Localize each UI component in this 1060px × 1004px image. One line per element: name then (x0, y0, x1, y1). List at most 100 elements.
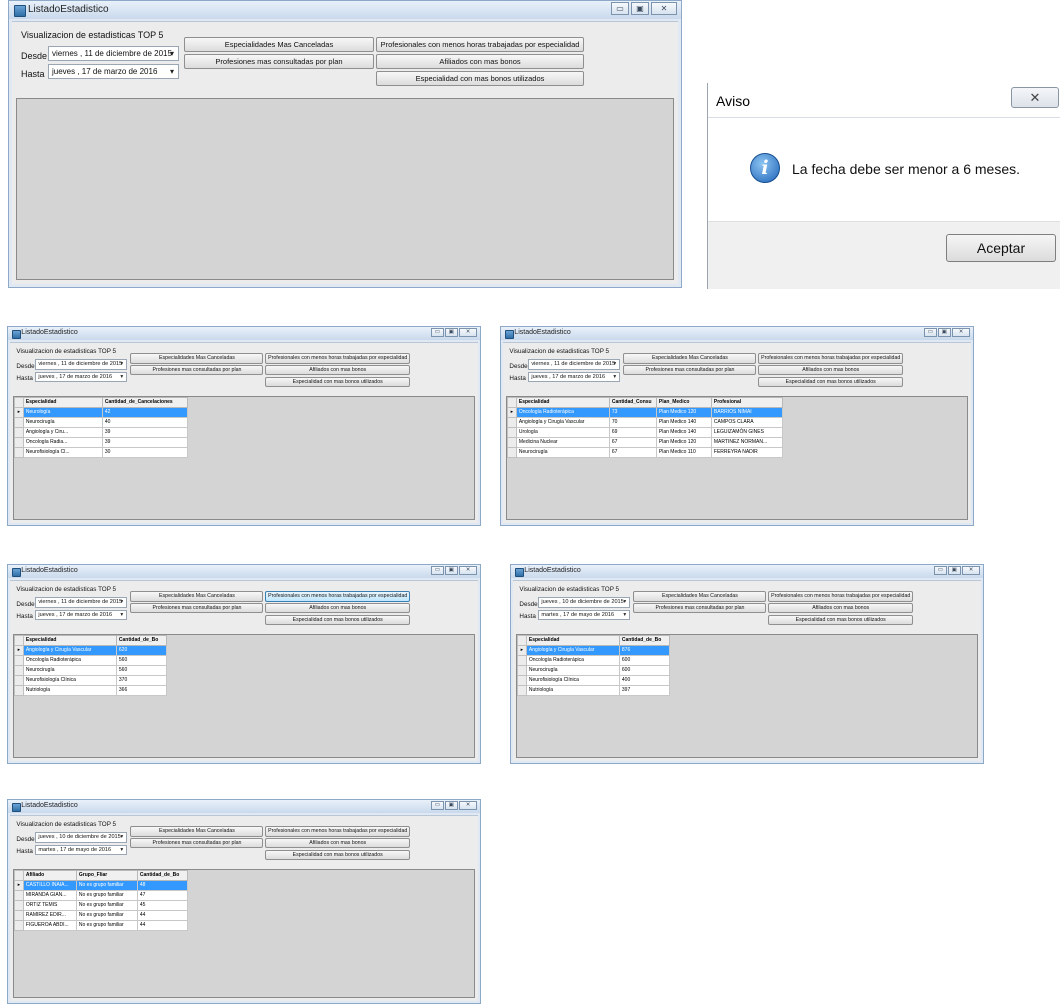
table-cell[interactable]: Neurocirugía (515, 446, 610, 458)
table-row[interactable]: Oncología Radia... 39 (13, 436, 188, 448)
table-cell[interactable]: CAMPOS CLARA (710, 416, 783, 428)
chevron-down-icon[interactable]: ▾ (118, 846, 126, 855)
table-cell[interactable]: Neurofisiología Clínica (525, 674, 620, 686)
table-cell[interactable]: 600 (618, 654, 670, 666)
data-grid[interactable]: Especialidad Cantidad_de_Bo ▸ Angiología y … (12, 633, 476, 759)
table-cell[interactable]: Neurocirugía (22, 664, 117, 676)
chevron-down-icon[interactable]: ▾ (611, 373, 619, 382)
column-header[interactable]: Plan_Medico (655, 396, 712, 408)
column-header[interactable]: Especialidad (515, 396, 610, 408)
column-header[interactable]: Grupo_Fliar (75, 869, 138, 881)
row-header[interactable]: ▸ (13, 644, 24, 656)
table-cell[interactable]: 47 (136, 889, 188, 901)
table-row[interactable]: Angiología y Ciru... 39 (13, 426, 188, 438)
table-row[interactable]: Urología 69 Plan Medico 140 LEGUIZAMÓN GINE… (506, 426, 783, 438)
row-header[interactable] (506, 426, 517, 438)
maximize-button[interactable]: ▣ (445, 565, 458, 575)
chevron-down-icon[interactable]: ▾ (118, 360, 126, 369)
table-row[interactable]: ▸ Angiología y Cirugía Vascular 620 (13, 644, 167, 656)
table-row[interactable]: Neurocirugía 600 (516, 664, 670, 676)
table-cell[interactable]: FIGUEROA ABDI... (22, 919, 77, 931)
table-cell[interactable]: Angiología y Cirugía Vascular (525, 644, 620, 656)
hasta-datepicker[interactable]: jueves , 17 de marzo de 2016 ▾ (48, 64, 179, 79)
row-header[interactable] (13, 664, 24, 676)
table-cell[interactable]: LEGUIZAMÓN GINES (710, 426, 783, 438)
chevron-down-icon[interactable]: ▾ (611, 360, 619, 369)
table-cell[interactable]: Neurofisiología Cl... (22, 446, 103, 458)
column-header[interactable]: Cantidad_de_Bo (136, 869, 188, 881)
table-row[interactable]: MIRANDA GIAN... No es grupo familiar 47 (13, 889, 188, 901)
table-row[interactable]: ▸ Oncología Radioterápica 73 Plan Medico 12… (506, 406, 783, 418)
table-cell[interactable]: CASTILLO INAIA... (22, 879, 77, 891)
table-cell[interactable]: Plan Medico 140 (655, 416, 712, 428)
profesiones-consultadas-button[interactable]: Profesiones mas consultadas por plan (184, 54, 374, 69)
table-cell[interactable]: 560 (115, 654, 167, 666)
profesiones-consultadas-button[interactable]: Profesiones mas consultadas por plan (633, 602, 767, 614)
table-row[interactable]: Neurocirugía 67 Plan Medico 110 FERREYRA NA… (506, 446, 783, 458)
row-header[interactable] (516, 664, 527, 676)
desde-datepicker[interactable]: viernes , 11 de diciembre de 2015 ▾ (48, 46, 179, 61)
table-cell[interactable]: 400 (618, 674, 670, 686)
table-row[interactable]: Nutriología 366 (13, 684, 167, 696)
row-header[interactable] (13, 446, 24, 458)
table-cell[interactable]: 620 (115, 644, 167, 656)
especialidad-mas-bonos-button[interactable]: Especialidad con mas bonos utilizados (264, 376, 411, 388)
profesiones-consultadas-button[interactable]: Profesiones mas consultadas por plan (130, 364, 264, 376)
table-row[interactable]: ▸ CASTILLO INAIA... No es grupo familiar 48 (13, 879, 188, 891)
desde-datepicker[interactable]: viernes , 11 de diciembre de 2015 ▾ (528, 359, 620, 370)
table-cell[interactable]: Neurología (22, 406, 103, 418)
dialog-close-button[interactable]: ✕ (1011, 87, 1059, 108)
profesionales-menos-horas-button[interactable]: Profesionales con menos horas trabajadas… (757, 353, 904, 364)
minimize-button[interactable]: ▭ (934, 565, 947, 575)
especialidad-mas-bonos-button[interactable]: Especialidad con mas bonos utilizados (767, 614, 914, 626)
table-cell[interactable]: 560 (115, 664, 167, 676)
table-cell[interactable]: 39 (101, 436, 188, 448)
profesiones-consultadas-button[interactable]: Profesiones mas consultadas por plan (623, 364, 757, 376)
especialidad-mas-bonos-button[interactable]: Especialidad con mas bonos utilizados (264, 849, 411, 861)
especialidades-canceladas-button[interactable]: Especialidades Mas Canceladas (130, 353, 264, 364)
table-row[interactable]: Angiología y Cirugía Vascular 70 Plan Medi… (506, 416, 783, 428)
especialidades-canceladas-button[interactable]: Especialidades Mas Canceladas (633, 591, 767, 602)
aceptar-button[interactable]: Aceptar (946, 234, 1056, 262)
profesiones-consultadas-button[interactable]: Profesiones mas consultadas por plan (130, 837, 264, 849)
table-cell[interactable]: Neurocirugía (22, 416, 103, 428)
column-header[interactable]: Especialidad (22, 396, 103, 408)
table-cell[interactable]: No es grupo familiar (75, 919, 138, 931)
table-cell[interactable]: 876 (618, 644, 670, 656)
profesionales-menos-horas-button[interactable]: Profesionales con menos horas trabajadas… (376, 37, 584, 52)
table-row[interactable]: ▸ Angiología y Cirugía Vascular 876 (516, 644, 670, 656)
column-header[interactable]: Especialidad (525, 634, 620, 646)
table-cell[interactable]: 39 (101, 426, 188, 438)
profesionales-menos-horas-button[interactable]: Profesionales con menos horas trabajadas… (264, 826, 411, 837)
table-row[interactable]: Neurofisiología Cl... 30 (13, 446, 188, 458)
table-cell[interactable]: MIRANDA GIAN... (22, 889, 77, 901)
table-cell[interactable]: Neurocirugía (525, 664, 620, 676)
row-header[interactable] (506, 416, 517, 428)
row-header[interactable] (13, 909, 24, 921)
especialidad-mas-bonos-button[interactable]: Especialidad con mas bonos utilizados (264, 614, 411, 626)
table-row[interactable]: Medicina Nuclear 67 Plan Medico 120 MARTINE… (506, 436, 783, 448)
chevron-down-icon[interactable]: ▾ (166, 65, 178, 78)
table-row[interactable]: Neurocirugía 560 (13, 664, 167, 676)
minimize-button[interactable]: ▭ (431, 565, 444, 575)
table-cell[interactable]: 44 (136, 909, 188, 921)
maximize-button[interactable]: ▣ (631, 2, 649, 15)
table-cell[interactable]: 370 (115, 674, 167, 686)
row-header[interactable]: ▸ (13, 879, 24, 891)
table-cell[interactable]: Oncología Radioterápica (525, 654, 620, 666)
maximize-button[interactable]: ▣ (948, 565, 961, 575)
afiliados-mas-bonos-button[interactable]: Afiliados con mas bonos (264, 602, 411, 614)
table-row[interactable]: Neurofisiología Clínica 400 (516, 674, 670, 686)
afiliados-mas-bonos-button[interactable]: Afiliados con mas bonos (376, 54, 584, 69)
row-header[interactable]: ▸ (516, 644, 527, 656)
data-grid[interactable]: Especialidad Cantidad_Consu Plan_Medico Pro… (505, 395, 969, 521)
close-button[interactable]: ✕ (962, 565, 981, 575)
column-header[interactable]: Cantidad_de_Bo (618, 634, 670, 646)
row-header[interactable] (13, 654, 24, 666)
row-header[interactable]: ▸ (506, 406, 517, 418)
table-cell[interactable]: 366 (115, 684, 167, 696)
table-cell[interactable]: No es grupo familiar (75, 889, 138, 901)
desde-datepicker[interactable]: jueves , 10 de diciembre de 2015 ▾ (35, 832, 127, 843)
table-cell[interactable]: 45 (136, 899, 188, 911)
row-header[interactable] (516, 684, 527, 696)
